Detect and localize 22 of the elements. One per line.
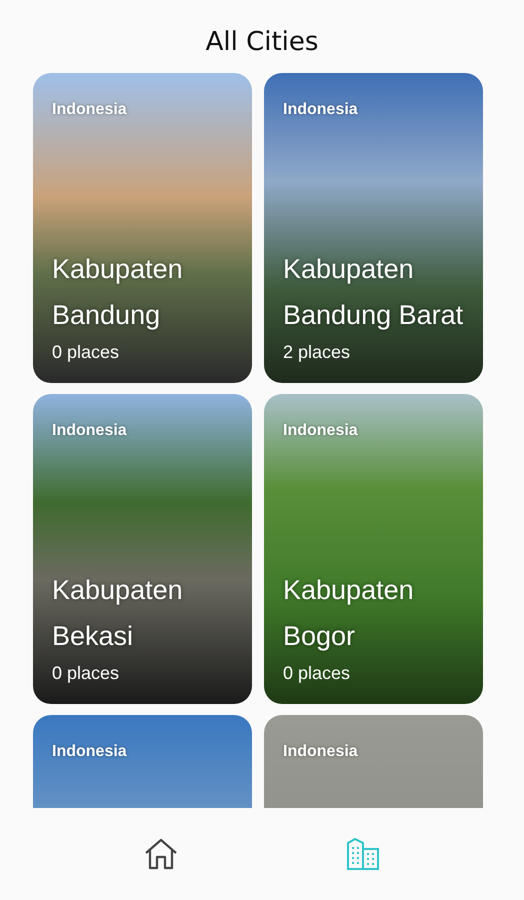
- country-label: Indonesia: [52, 422, 127, 440]
- buildings-icon: [346, 838, 380, 870]
- city-card[interactable]: Indonesia Kabupaten Bandung Barat 2 places: [264, 73, 483, 383]
- page-title: All Cities: [204, 26, 320, 58]
- places-count: 0 places: [52, 663, 120, 684]
- places-count: 0 places: [283, 663, 350, 684]
- city-card[interactable]: Indonesia Kabupaten Bekasi 0 places: [33, 394, 252, 704]
- city-name: Kabupaten Bandung: [52, 253, 184, 332]
- country-label: Indonesia: [283, 101, 358, 119]
- city-name: Kabupaten Bandung Barat: [283, 253, 464, 332]
- city-name: Kabupaten Bogor: [283, 574, 415, 653]
- city-card[interactable]: Indonesia Kabupaten Bogor 0 places: [264, 394, 483, 704]
- city-card[interactable]: Indonesia Kabupaten Bandung 0 places: [33, 73, 252, 383]
- city-card[interactable]: Indonesia: [33, 715, 252, 808]
- places-count: 0 places: [52, 342, 120, 363]
- country-label: Indonesia: [283, 743, 358, 761]
- country-label: Indonesia: [52, 101, 127, 119]
- city-name: Kabupaten Bekasi: [52, 574, 184, 653]
- places-count: 2 places: [283, 342, 350, 363]
- country-label: Indonesia: [283, 422, 358, 440]
- home-icon: [144, 838, 178, 870]
- country-label: Indonesia: [52, 743, 127, 761]
